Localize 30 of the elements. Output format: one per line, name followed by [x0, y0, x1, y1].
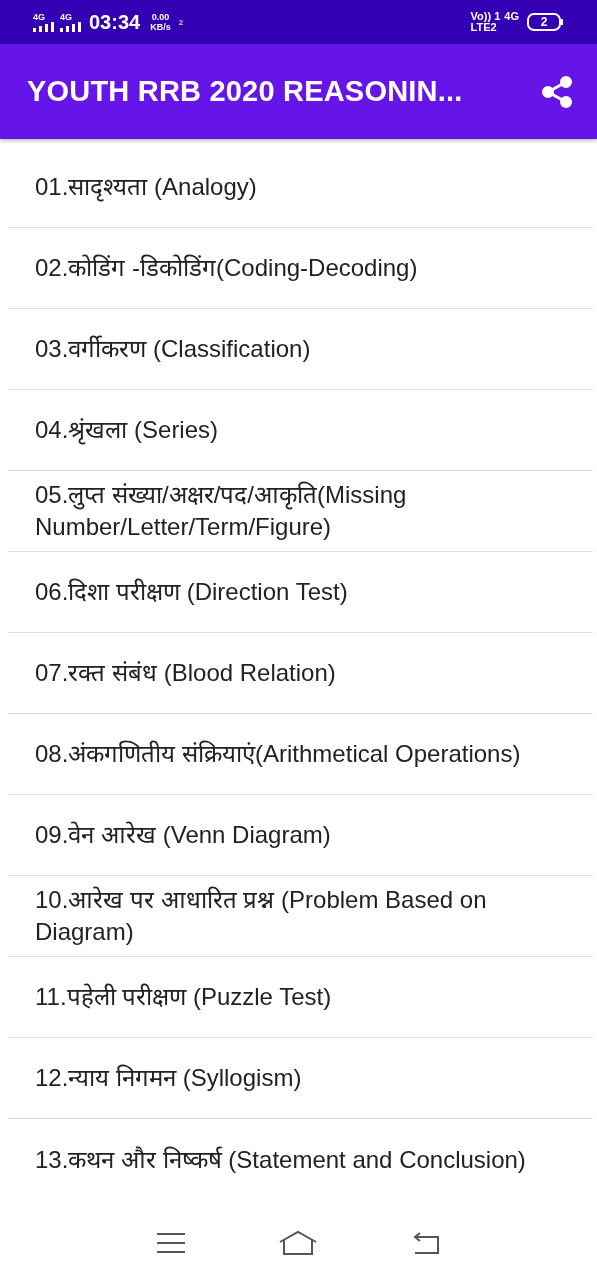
lte-indicator: LTE2 — [470, 22, 498, 33]
app-title: YOUTH RRB 2020 REASONIN... — [27, 75, 464, 108]
menu-icon[interactable] — [156, 1232, 185, 1254]
topic-item[interactable]: 06.दिशा परीक्षण (Direction Test) — [8, 552, 593, 633]
signal-icon — [33, 22, 55, 32]
topic-item[interactable]: 01.सादृश्यता (Analogy) — [8, 147, 593, 228]
home-icon[interactable] — [278, 1230, 319, 1256]
topic-item[interactable]: 10.आरेख पर आधारित प्रश्न (Problem Based on Diagram) — [8, 876, 593, 957]
topic-item[interactable]: 05.लुप्त संख्या/अक्षर/पद/आकृति(Missing Number/Letter/Term/Figure) — [8, 471, 593, 552]
back-icon[interactable] — [412, 1231, 441, 1255]
topic-item[interactable]: 04.श्रृंखला (Series) — [8, 390, 593, 471]
topic-item[interactable]: 12.न्याय निगमन (Syllogism) — [8, 1038, 593, 1119]
network-type: 4G — [60, 12, 72, 22]
data-speed: 0.00 — [151, 12, 170, 22]
signal-icon — [60, 22, 82, 32]
hotspot-count: 2 — [178, 17, 184, 27]
topic-item[interactable]: 13.कथन और निष्कर्ष (Statement and Conclusion) — [8, 1119, 593, 1200]
speed-unit: KB/s — [150, 22, 171, 32]
clock: 03:34 — [89, 10, 141, 34]
topic-item[interactable]: 11.पहेली परीक्षण (Puzzle Test) — [8, 957, 593, 1038]
network-type: 4G — [504, 10, 519, 22]
topic-item[interactable]: 02.कोडिंग -डिकोडिंग(Coding-Decoding) — [8, 228, 593, 309]
topic-item[interactable]: 09.वेन आरेख (Venn Diagram) — [8, 795, 593, 876]
volte-indicator: Vo)) 1 — [470, 11, 501, 22]
share-icon[interactable] — [541, 75, 573, 108]
network-type: 4G — [33, 12, 45, 22]
topic-item[interactable]: 03.वर्गीकरण (Classification) — [8, 309, 593, 390]
battery-level: 2 — [527, 13, 561, 31]
topic-item[interactable]: 07.रक्त संबंध (Blood Relation) — [8, 633, 593, 714]
topic-item[interactable]: 08.अंकगणितीय संक्रियाएं(Arithmetical Operations) — [8, 714, 593, 795]
